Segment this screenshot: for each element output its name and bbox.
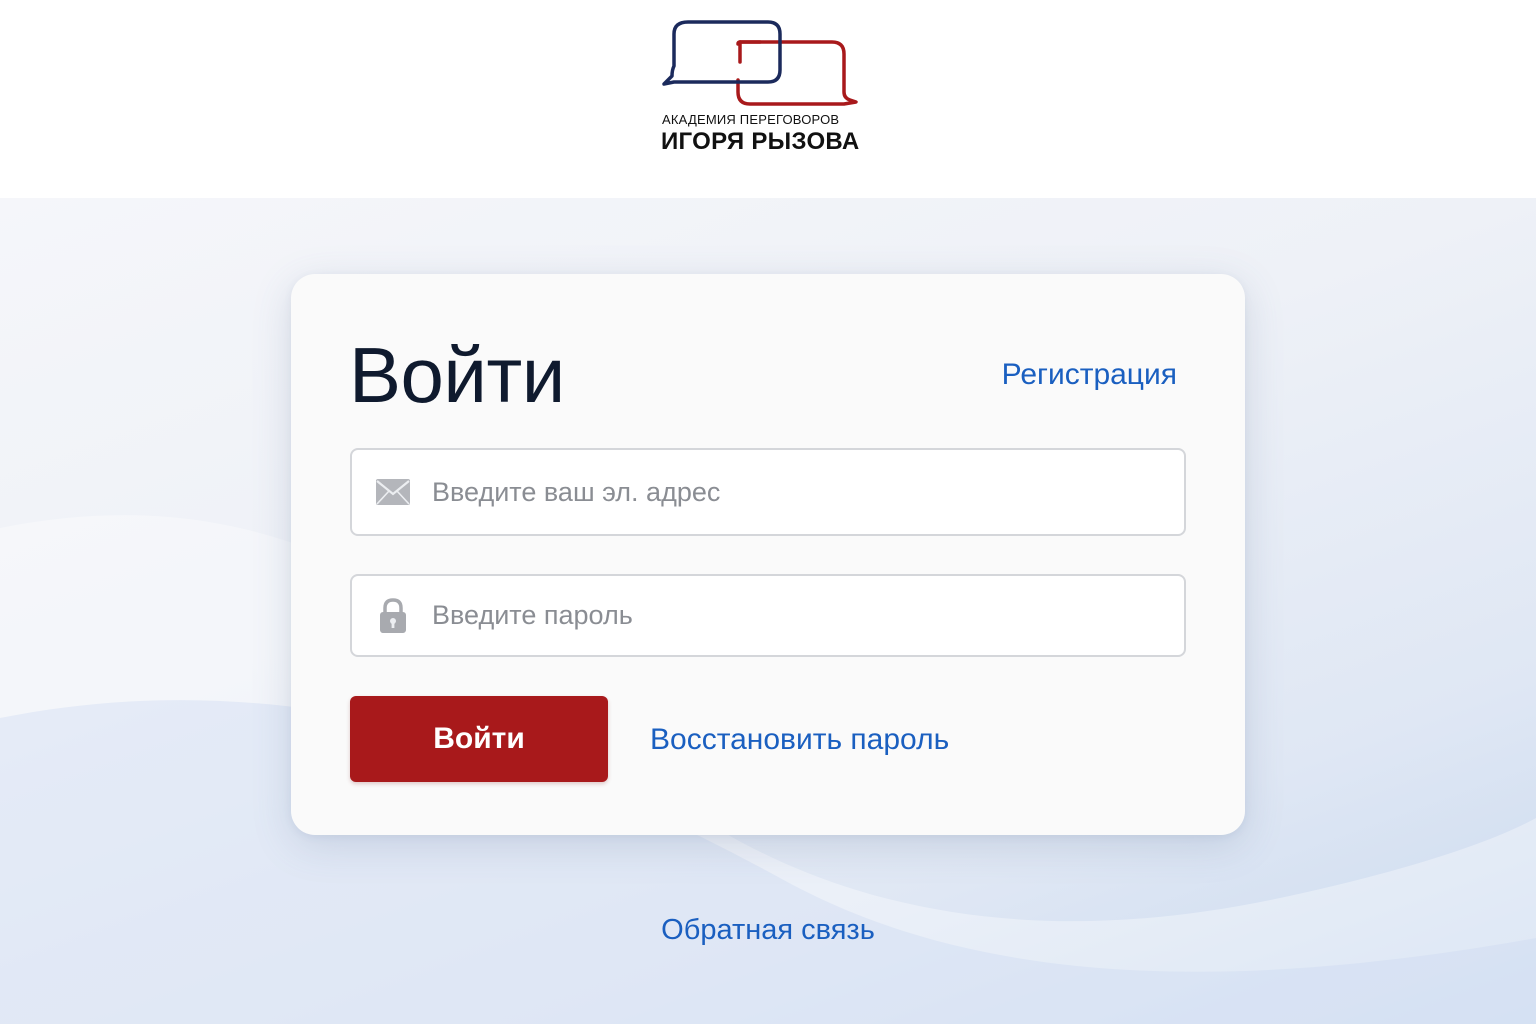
login-card: Войти Регистрация Войти Восстановить пар… bbox=[291, 274, 1245, 835]
password-field[interactable] bbox=[350, 574, 1186, 657]
speech-bubbles-logo-icon bbox=[662, 20, 858, 106]
login-title: Войти bbox=[349, 331, 565, 419]
logo-text-line1: АКАДЕМИЯ ПЕРЕГОВОРОВ bbox=[662, 112, 840, 127]
restore-password-link[interactable]: Восстановить пароль bbox=[650, 723, 949, 757]
envelope-icon bbox=[374, 475, 412, 509]
logo[interactable]: АКАДЕМИЯ ПЕРЕГОВОРОВ ИГОРЯ РЫЗОВА bbox=[660, 18, 860, 158]
register-link[interactable]: Регистрация bbox=[1002, 358, 1177, 392]
login-button[interactable]: Войти bbox=[350, 696, 608, 782]
email-field[interactable] bbox=[350, 448, 1186, 536]
feedback-container: Обратная связь bbox=[0, 914, 1536, 947]
header: АКАДЕМИЯ ПЕРЕГОВОРОВ ИГОРЯ РЫЗОВА bbox=[0, 0, 1536, 198]
email-input[interactable] bbox=[432, 450, 1172, 534]
lock-icon bbox=[374, 597, 412, 633]
logo-text-line2: ИГОРЯ РЫЗОВА bbox=[661, 128, 860, 155]
feedback-link[interactable]: Обратная связь bbox=[661, 914, 875, 946]
password-input[interactable] bbox=[432, 576, 1172, 655]
